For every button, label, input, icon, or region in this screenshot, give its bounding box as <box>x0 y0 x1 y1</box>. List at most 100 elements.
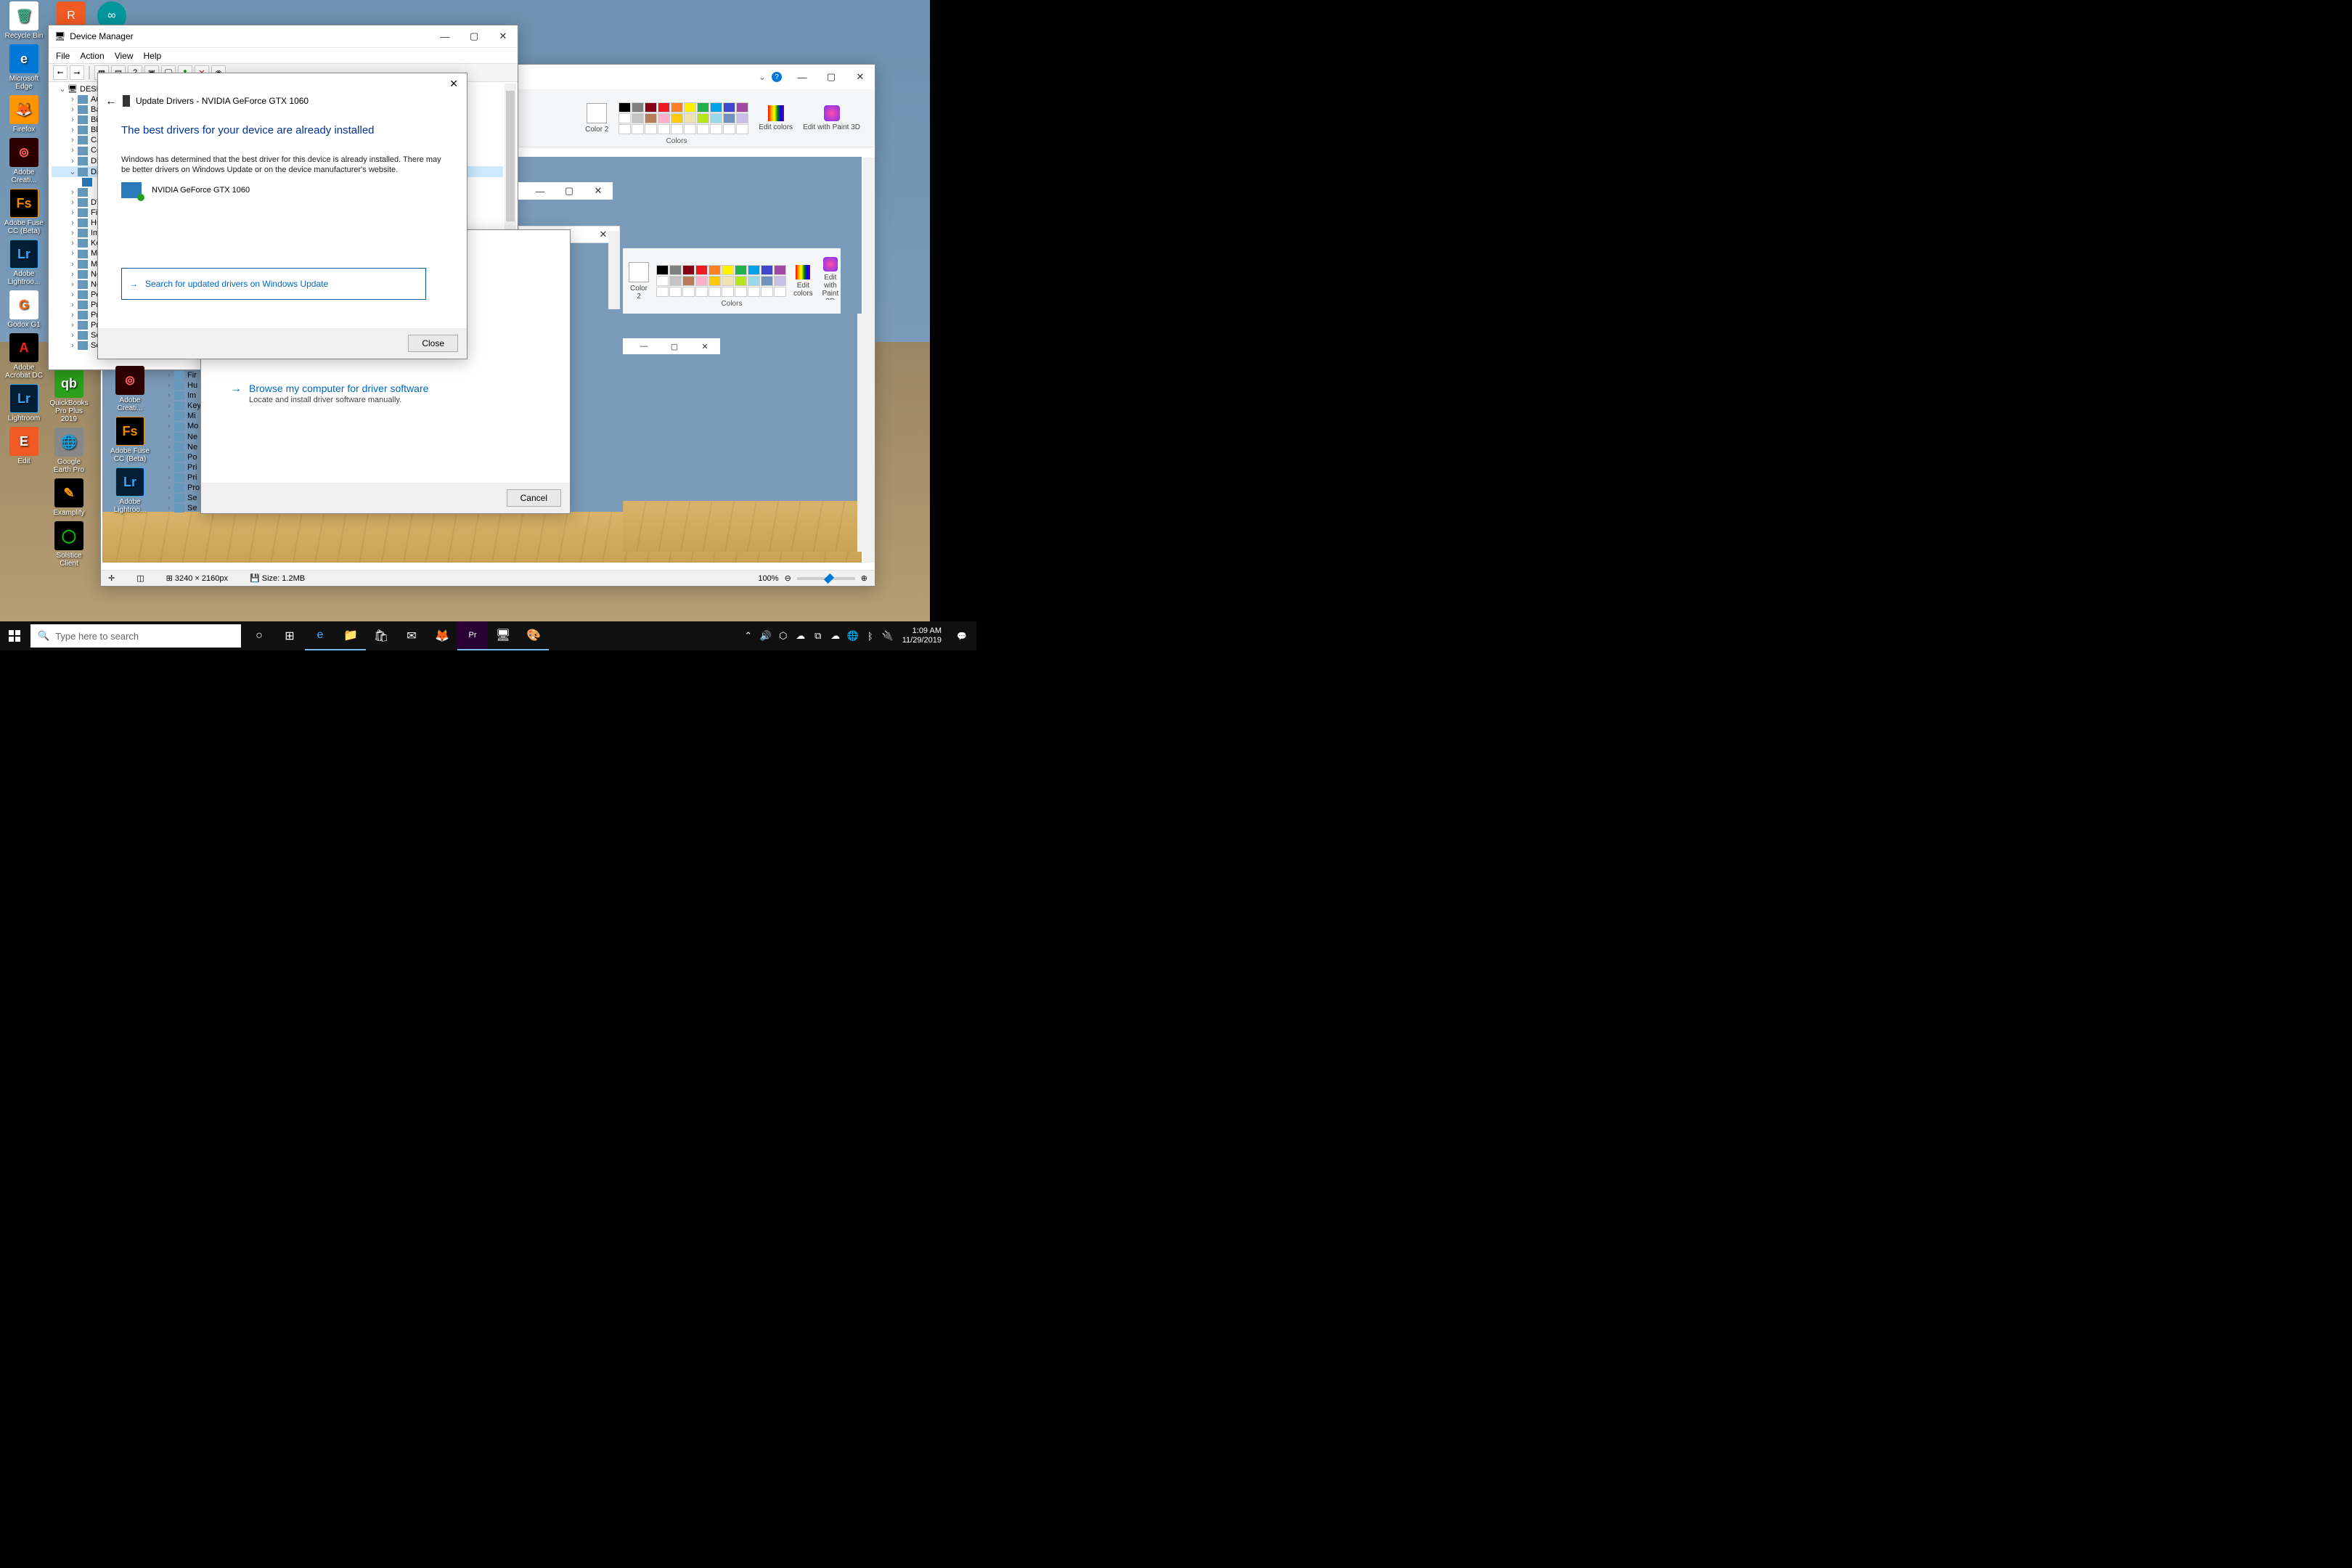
zoom-out-button[interactable]: ⊖ <box>785 573 791 583</box>
desktop-icon[interactable]: FsAdobe Fuse CC (Beta) <box>109 417 151 463</box>
palette-color[interactable] <box>735 276 747 286</box>
palette-color[interactable] <box>618 113 631 123</box>
paint3d-button[interactable]: Edit with Paint 3D <box>803 105 860 131</box>
palette-color[interactable] <box>735 265 747 275</box>
palette-color[interactable] <box>748 276 760 286</box>
desktop-icon[interactable]: EEdit <box>3 427 45 465</box>
palette-color[interactable] <box>656 276 669 286</box>
explorer-taskbar-icon[interactable]: 📁 <box>335 621 366 650</box>
palette-color[interactable] <box>669 276 682 286</box>
desktop-icon[interactable]: ⊚Adobe Creati... <box>109 366 151 412</box>
paint-taskbar-icon[interactable]: 🎨 <box>518 621 549 650</box>
tray-icon[interactable]: ⬡ <box>775 621 792 650</box>
maximize-button[interactable]: ▢ <box>659 338 690 354</box>
onedrive-icon[interactable]: ☁ <box>792 621 809 650</box>
menu-item[interactable]: Action <box>80 51 104 61</box>
devmgr-taskbar-icon[interactable]: 🖥 <box>488 621 518 650</box>
palette-color[interactable] <box>632 102 644 113</box>
menu-bar[interactable]: File Action View Help <box>49 47 518 63</box>
palette-color[interactable] <box>697 102 709 113</box>
palette-color[interactable] <box>736 113 748 123</box>
zoom-in-button[interactable]: ⊕ <box>861 573 867 583</box>
palette-color[interactable] <box>695 276 708 286</box>
palette-color[interactable] <box>723 102 735 113</box>
task-view-icon[interactable]: ⊞ <box>274 621 305 650</box>
palette-color[interactable] <box>774 265 786 275</box>
palette-color[interactable] <box>710 102 722 113</box>
desktop-icon[interactable]: 🗑Recycle Bin <box>3 1 45 40</box>
palette-color[interactable] <box>618 102 631 113</box>
back-button[interactable]: ← <box>105 95 117 108</box>
action-center-icon[interactable]: 💬 <box>947 621 976 650</box>
palette-color[interactable] <box>671 113 683 123</box>
maximize-button[interactable]: ▢ <box>460 25 489 47</box>
color2-group[interactable]: Color 2 <box>585 103 608 134</box>
browse-computer-option[interactable]: → Browse my computer for driver software… <box>230 383 541 404</box>
taskbar-clock[interactable]: 1:09 AM 11/29/2019 <box>897 626 947 645</box>
edit-colors-button[interactable]: Edit colors <box>793 265 813 298</box>
palette-color[interactable] <box>722 265 734 275</box>
palette-color[interactable] <box>774 276 786 286</box>
tray-expand-icon[interactable]: ⌃ <box>740 621 757 650</box>
firefox-taskbar-icon[interactable]: 🦊 <box>427 621 457 650</box>
dropbox-icon[interactable]: ⧉ <box>809 621 827 650</box>
palette-color[interactable] <box>710 113 722 123</box>
desktop-icon[interactable]: LrAdobe Lightroo... <box>109 467 151 514</box>
ribbon-collapse-icon[interactable]: ⌄ <box>759 72 766 82</box>
palette-color[interactable] <box>695 265 708 275</box>
palette-color[interactable] <box>682 276 695 286</box>
maximize-button[interactable]: ▢ <box>555 182 584 200</box>
paint3d-button[interactable]: Edit with Paint 3D <box>820 257 841 306</box>
close-button[interactable]: ✕ <box>846 66 875 88</box>
desktop-icon[interactable]: 🦊Firefox <box>3 95 45 134</box>
palette-color[interactable] <box>656 265 669 275</box>
start-button[interactable] <box>0 621 29 650</box>
menu-item[interactable]: Help <box>144 51 162 61</box>
close-button[interactable]: Close <box>408 335 458 352</box>
desktop-icon[interactable]: FsAdobe Fuse CC (Beta) <box>3 189 45 235</box>
desktop-icon[interactable]: ◯Solstice Client <box>48 521 90 568</box>
desktop-icon[interactable]: AAdobe Acrobat DC <box>3 333 45 380</box>
desktop-icon[interactable]: ⊚Adobe Creati... <box>3 138 45 184</box>
palette-color[interactable] <box>761 265 773 275</box>
edge-taskbar-icon[interactable]: e <box>305 621 335 650</box>
desktop-icon[interactable]: eMicrosoft Edge <box>3 44 45 91</box>
desktop-icon[interactable]: ✎Examplify <box>48 478 90 517</box>
desktop-icon[interactable]: 🌐Google Earth Pro <box>48 428 90 474</box>
palette-color[interactable] <box>658 113 670 123</box>
palette-color[interactable] <box>761 276 773 286</box>
taskbar-search[interactable]: 🔍 Type here to search <box>30 624 241 648</box>
palette-color[interactable] <box>684 113 696 123</box>
close-button[interactable]: ✕ <box>690 338 720 354</box>
mail-taskbar-icon[interactable]: ✉ <box>396 621 427 650</box>
palette-color[interactable] <box>697 113 709 123</box>
help-icon[interactable]: ? <box>772 72 782 82</box>
palette-color[interactable] <box>709 265 721 275</box>
cancel-button[interactable]: Cancel <box>507 489 561 507</box>
palette-color[interactable] <box>658 102 670 113</box>
desktop-icon[interactable]: GGodox G1 <box>3 290 45 329</box>
palette-color[interactable] <box>709 276 721 286</box>
maximize-button[interactable]: ▢ <box>817 66 846 88</box>
palette-color[interactable] <box>748 265 760 275</box>
desktop-icon[interactable]: qbQuickBooks Pro Plus 2019 <box>48 369 90 423</box>
store-taskbar-icon[interactable]: 🛍 <box>366 621 396 650</box>
close-button[interactable]: ✕ <box>584 182 613 200</box>
palette-color[interactable] <box>671 102 683 113</box>
close-button[interactable]: ✕ <box>489 25 518 47</box>
network-icon[interactable]: 🌐 <box>844 621 862 650</box>
search-windows-update-link[interactable]: → Search for updated drivers on Windows … <box>121 268 426 300</box>
palette-color[interactable] <box>723 113 735 123</box>
cortana-icon[interactable]: ○ <box>244 621 274 650</box>
minimize-button[interactable]: — <box>629 338 659 354</box>
premiere-taskbar-icon[interactable]: Pr <box>457 621 488 650</box>
menu-item[interactable]: View <box>115 51 134 61</box>
menu-item[interactable]: File <box>56 51 70 61</box>
palette-color[interactable] <box>682 265 695 275</box>
palette-color[interactable] <box>632 113 644 123</box>
palette-color[interactable] <box>645 113 657 123</box>
nav-forward-button[interactable]: ⭢ <box>70 65 84 80</box>
minimize-button[interactable]: — <box>526 182 555 200</box>
minimize-button[interactable]: — <box>430 25 460 47</box>
bluetooth-icon[interactable]: ᛒ <box>862 621 879 650</box>
